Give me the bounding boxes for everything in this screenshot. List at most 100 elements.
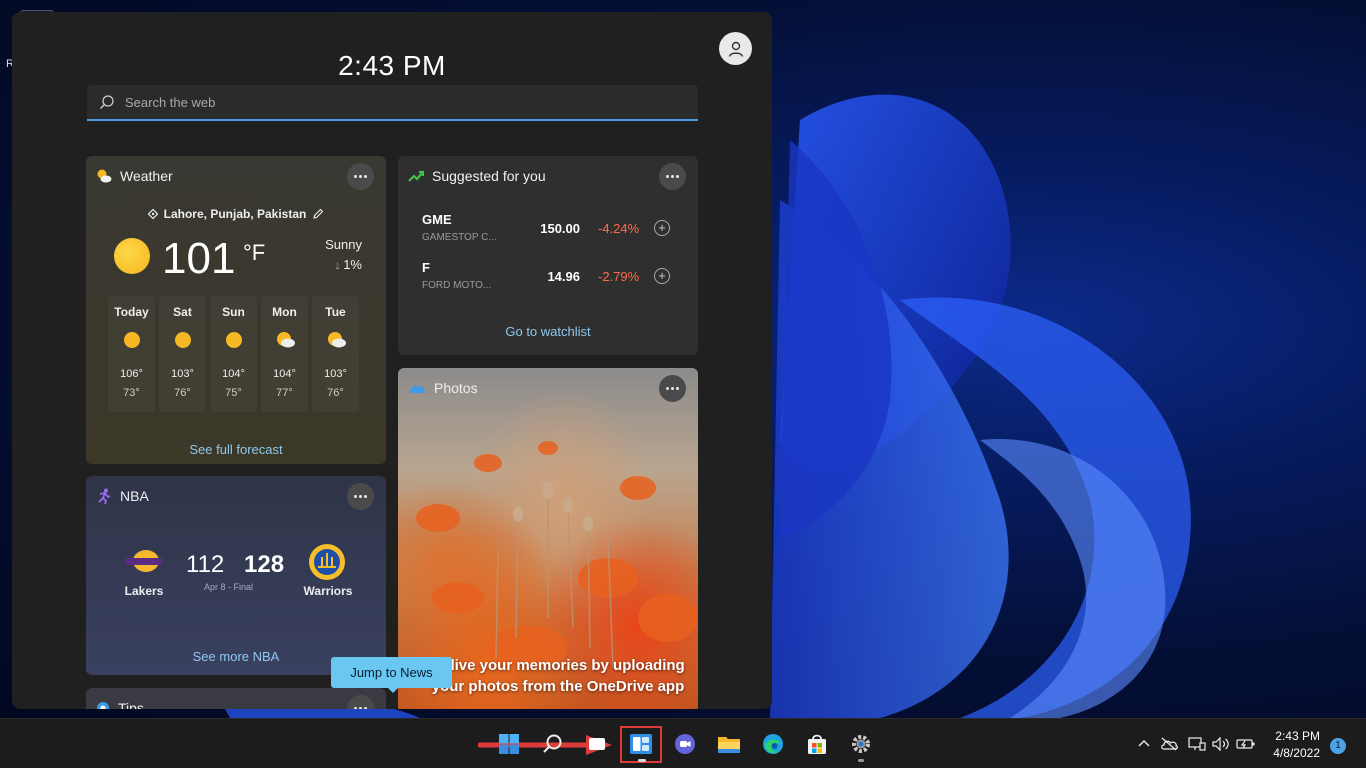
tips-more-button[interactable] xyxy=(347,695,374,709)
edit-pencil-icon[interactable] xyxy=(312,208,324,220)
network-tray-button[interactable] xyxy=(1188,737,1206,756)
stock-change: -4.24% xyxy=(598,221,640,236)
widgets-clock: 2:43 PM xyxy=(338,50,446,81)
weather-location-text: Lahore, Punjab, Pakistan xyxy=(163,207,307,221)
forecast-day[interactable]: Mon 104° 77° xyxy=(261,296,308,412)
weather-title: Weather xyxy=(120,168,173,184)
weather-location[interactable]: Lahore, Punjab, Pakistan xyxy=(86,207,386,221)
teams-chat-button[interactable] xyxy=(671,730,699,758)
widgets-icon xyxy=(630,734,652,754)
folder-icon xyxy=(718,737,740,753)
forecast-high: 104° xyxy=(273,368,296,380)
weather-card[interactable]: Weather Lahore, Punjab, Pakistan 101 °F … xyxy=(86,156,386,464)
microsoft-store-button[interactable] xyxy=(803,730,831,758)
widgets-taskbar-button[interactable] xyxy=(627,730,655,758)
add-to-watchlist-button[interactable]: + xyxy=(654,268,670,284)
chat-icon xyxy=(675,734,695,754)
stock-row[interactable]: F FORD MOTO... 14.96 -2.79% + xyxy=(422,260,674,300)
search-taskbar-button[interactable] xyxy=(539,730,567,758)
store-bag-icon xyxy=(808,734,826,754)
network-monitor-icon xyxy=(1188,737,1206,751)
stock-price: 14.96 xyxy=(547,269,580,284)
task-view-button[interactable] xyxy=(583,730,611,758)
game-status: Apr 8 - Final xyxy=(204,582,254,592)
away-team-score: 128 xyxy=(244,551,285,578)
jump-to-news-tooltip[interactable]: Jump to News xyxy=(331,657,452,693)
nba-card-header: NBA xyxy=(96,488,149,504)
forecast-low: 75° xyxy=(225,387,242,399)
location-icon xyxy=(147,209,158,219)
taskbar-clock-date[interactable]: 4/8/2022 xyxy=(1262,746,1320,760)
precipitation: 💧︎ 1% xyxy=(336,257,362,272)
search-icon xyxy=(100,95,114,109)
forecast-day[interactable]: Tue 103° 76° xyxy=(312,296,359,412)
settings-button[interactable] xyxy=(847,730,875,758)
edge-browser-button[interactable] xyxy=(759,730,787,758)
show-hidden-icons-button[interactable] xyxy=(1138,737,1150,755)
user-icon xyxy=(728,41,743,57)
forecast-low: 77° xyxy=(276,387,293,399)
forecast-days: Today 106° 73° Sat 103° 76° Sun 104° 75°… xyxy=(108,296,359,412)
weather-condition: Sunny xyxy=(325,237,362,252)
edge-icon xyxy=(763,734,783,754)
current-temperature: 101 xyxy=(162,234,236,283)
precipitation-value: 1% xyxy=(343,257,362,272)
notification-count-badge[interactable]: 1 xyxy=(1330,738,1346,754)
speaker-icon xyxy=(1212,736,1229,752)
web-search-box[interactable] xyxy=(87,85,698,121)
widgets-panel: 2:43 PM Weather Lahore, Punja xyxy=(12,12,772,709)
volume-tray-button[interactable] xyxy=(1212,736,1230,756)
raindrop-icon: 💧︎ xyxy=(335,261,340,272)
account-avatar-button[interactable] xyxy=(719,32,752,65)
away-team-name: Warriors xyxy=(303,584,353,598)
forecast-day-name: Tue xyxy=(325,305,346,319)
weather-app-icon xyxy=(97,169,112,183)
windows-logo-icon xyxy=(499,734,519,754)
taskbar: 2:43 PM 4/8/2022 1 xyxy=(0,718,1366,768)
running-figure-icon xyxy=(98,488,111,504)
forecast-high: 103° xyxy=(324,368,347,380)
home-team-name: Lakers xyxy=(124,584,164,598)
stocks-card[interactable]: Suggested for you GME GAMESTOP C... 150.… xyxy=(398,156,698,355)
tips-card-header: Tips xyxy=(96,700,144,709)
nba-more-button[interactable] xyxy=(347,483,374,510)
tips-title: Tips xyxy=(118,700,144,709)
go-to-watchlist-link[interactable]: Go to watchlist xyxy=(398,324,698,339)
stocks-title: Suggested for you xyxy=(432,168,546,184)
see-full-forecast-link[interactable]: See full forecast xyxy=(86,442,386,457)
chevron-up-icon xyxy=(1138,740,1150,747)
forecast-day[interactable]: Today 106° 73° xyxy=(108,296,155,412)
stock-row[interactable]: GME GAMESTOP C... 150.00 -4.24% + xyxy=(422,212,674,252)
stock-symbol: GME xyxy=(422,212,452,227)
onedrive-tray-button[interactable] xyxy=(1160,737,1178,756)
photos-title: Photos xyxy=(434,380,478,396)
taskbar-clock-time[interactable]: 2:43 PM xyxy=(1268,729,1320,743)
tips-icon xyxy=(97,702,109,709)
temperature-unit[interactable]: °F xyxy=(243,240,265,266)
forecast-high: 104° xyxy=(222,368,245,380)
weather-more-button[interactable] xyxy=(347,163,374,190)
sun-icon xyxy=(175,332,191,348)
stock-change: -2.79% xyxy=(598,269,640,284)
sun-icon xyxy=(124,332,140,348)
nba-card[interactable]: NBA Lakers 112 128 Apr 8 - Final Warrior… xyxy=(86,476,386,675)
start-button[interactable] xyxy=(495,730,523,758)
forecast-day-name: Mon xyxy=(272,305,297,319)
forecast-high: 106° xyxy=(120,368,143,380)
task-view-icon xyxy=(589,738,605,750)
settings-running-indicator xyxy=(858,759,864,762)
stocks-card-header: Suggested for you xyxy=(408,168,546,184)
add-to-watchlist-button[interactable]: + xyxy=(654,220,670,236)
forecast-day[interactable]: Sat 103° 76° xyxy=(159,296,206,412)
photos-more-button[interactable] xyxy=(659,375,686,402)
file-explorer-button[interactable] xyxy=(715,730,743,758)
search-input[interactable] xyxy=(125,94,685,110)
stocks-more-button[interactable] xyxy=(659,163,686,190)
tips-card[interactable]: Tips xyxy=(86,688,386,709)
onedrive-cloud-icon xyxy=(409,385,426,393)
forecast-day[interactable]: Sun 104° 75° xyxy=(210,296,257,412)
battery-tray-button[interactable] xyxy=(1236,737,1256,756)
warriors-logo-icon xyxy=(309,544,345,580)
home-team-score: 112 xyxy=(186,551,225,578)
search-icon xyxy=(543,734,562,753)
